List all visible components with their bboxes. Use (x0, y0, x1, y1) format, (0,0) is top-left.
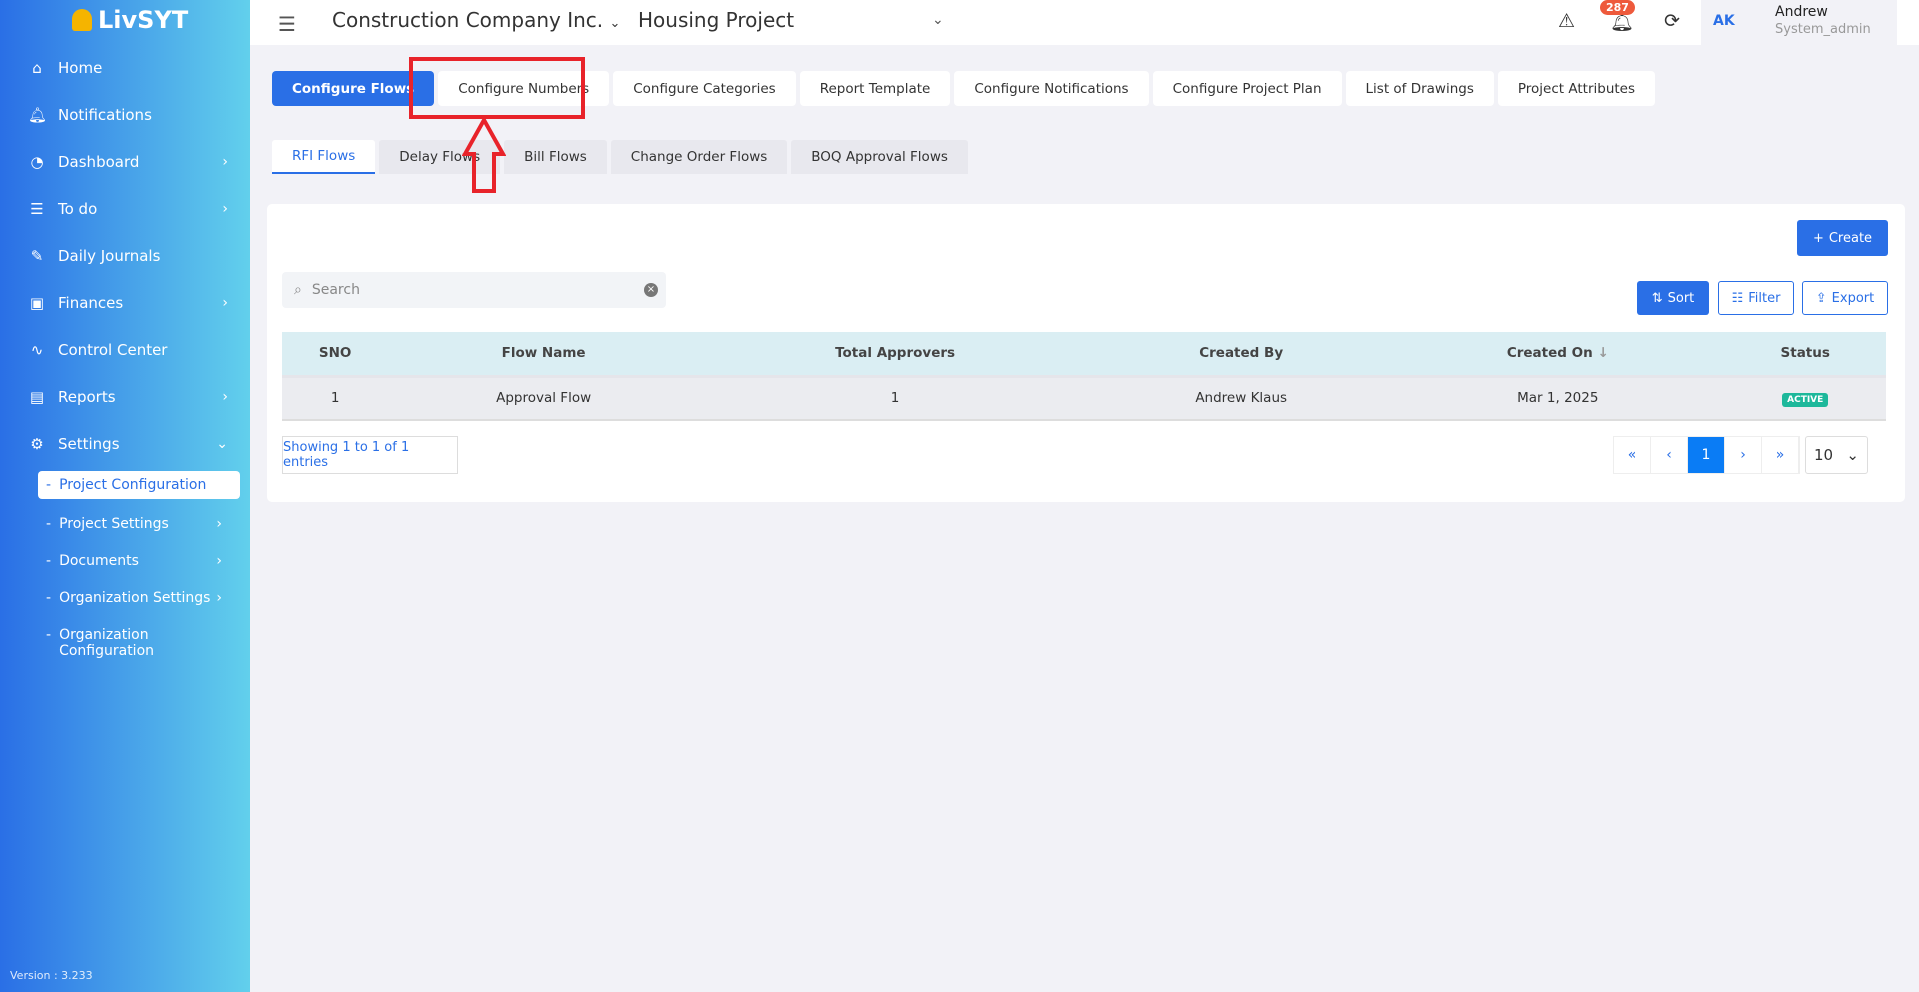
sidebar-subitem-project-settings[interactable]: - Project Settings › (38, 510, 240, 538)
warning-icon[interactable]: ⚠ (1558, 10, 1575, 32)
bell-icon: 🔔︎ (28, 106, 48, 124)
cell-created-on: Mar 1, 2025 (1391, 376, 1725, 421)
chevron-right-icon: › (216, 590, 222, 606)
prev-page-button[interactable]: ‹ (1651, 437, 1688, 473)
tab-list-of-drawings[interactable]: List of Drawings (1345, 71, 1494, 106)
sort-button[interactable]: ⇅ Sort (1637, 281, 1709, 315)
cell-total-approvers: 1 (698, 376, 1092, 421)
status-badge: ACTIVE (1782, 393, 1829, 408)
sort-icon: ⇅ (1651, 290, 1663, 306)
tab-report-template[interactable]: Report Template (799, 71, 951, 106)
sidebar-item-dashboard[interactable]: ◔ Dashboard › (28, 153, 228, 171)
gear-icon: ⚙ (30, 435, 44, 453)
table-row[interactable]: 1 Approval Flow 1 Andrew Klaus Mar 1, 20… (282, 376, 1886, 421)
chevron-right-icon: › (222, 295, 228, 311)
flows-table: SNO Flow Name Total Approvers Created By… (282, 332, 1886, 421)
first-page-button[interactable]: « (1614, 437, 1651, 473)
annotation-highlight-box (409, 57, 585, 119)
refresh-icon[interactable]: ⟳ (1664, 10, 1680, 32)
subtab-change-order-flows[interactable]: Change Order Flows (610, 140, 788, 174)
avatar: AK (1713, 13, 1735, 29)
sidebar-item-settings[interactable]: ⚙ Settings ⌄ (28, 435, 228, 453)
sidebar-item-daily-journals[interactable]: ✎ Daily Journals (28, 247, 228, 265)
report-icon: ▤ (29, 388, 45, 406)
sidebar-item-reports[interactable]: ▤ Reports › (28, 388, 228, 406)
sidebar-item-todo[interactable]: ☰ To do › (28, 200, 228, 218)
column-header-total-approvers[interactable]: Total Approvers (698, 332, 1092, 378)
logo[interactable]: LivSYT (72, 6, 188, 34)
annotation-arrow-icon (462, 118, 506, 193)
next-page-button[interactable]: › (1725, 437, 1762, 473)
page-button-current[interactable]: 1 (1688, 437, 1725, 473)
pagination: « ‹ 1 › » (1613, 436, 1800, 474)
tab-configure-project-plan[interactable]: Configure Project Plan (1152, 71, 1342, 106)
sidebar: LivSYT ⌂ Home 🔔︎ Notifications ◔ Dashboard ›… (0, 0, 250, 992)
menu-toggle-icon[interactable]: ☰ (278, 12, 296, 36)
cell-created-by: Andrew Klaus (1091, 376, 1392, 421)
sidebar-item-home[interactable]: ⌂ Home (28, 59, 228, 77)
search-icon: ⌕ (294, 282, 302, 298)
sort-desc-icon: ↓ (1597, 345, 1609, 362)
sidebar-item-notifications[interactable]: 🔔︎ Notifications (28, 106, 228, 124)
chevron-down-icon: ⌄ (216, 436, 228, 452)
export-button[interactable]: ⇪ Export (1802, 281, 1888, 315)
top-header: ☰ Construction Company Inc. ⌄ Housing Pr… (250, 0, 1919, 45)
clear-search-icon[interactable]: × (644, 283, 658, 297)
chevron-down-icon: ⌄ (1846, 446, 1859, 464)
project-selector[interactable]: Housing Project (638, 8, 794, 32)
column-header-flow-name[interactable]: Flow Name (388, 332, 699, 378)
column-header-created-on[interactable]: Created On ↓ (1391, 332, 1725, 378)
tab-project-attributes[interactable]: Project Attributes (1497, 71, 1656, 106)
column-header-created-by[interactable]: Created By (1091, 332, 1392, 378)
user-role: System_admin (1775, 22, 1871, 37)
chevron-down-icon: ⌄ (609, 16, 621, 31)
chevron-down-icon[interactable]: ⌄ (932, 12, 944, 28)
home-icon: ⌂ (32, 59, 42, 77)
user-menu[interactable]: AK Andrew System_admin (1701, 0, 1897, 45)
entries-info: Showing 1 to 1 of 1 entries (282, 436, 458, 474)
company-selector[interactable]: Construction Company Inc. ⌄ (332, 8, 620, 32)
flow-subtabs: RFI Flows Delay Flows Bill Flows Change … (272, 140, 968, 174)
column-header-status[interactable]: Status (1724, 332, 1886, 378)
pulse-icon: ∿ (30, 341, 44, 359)
column-header-sno[interactable]: SNO (282, 332, 389, 378)
pencil-icon: ✎ (30, 247, 44, 265)
page-size-select[interactable]: 10 ⌄ (1805, 436, 1868, 474)
tab-configure-categories[interactable]: Configure Categories (613, 71, 796, 106)
chevron-right-icon: › (222, 389, 228, 405)
version-label: Version : 3.233 (10, 969, 93, 982)
notification-count-badge: 287 (1600, 0, 1635, 15)
helmet-icon (72, 9, 92, 31)
cell-status: ACTIVE (1724, 376, 1886, 421)
chevron-right-icon: › (216, 516, 222, 532)
sidebar-subitem-organization-configuration[interactable]: - Organization Configuration (38, 621, 188, 665)
subtab-boq-approval-flows[interactable]: BOQ Approval Flows (791, 140, 968, 174)
chevron-right-icon: › (216, 553, 222, 569)
subtab-rfi-flows[interactable]: RFI Flows (272, 140, 376, 174)
last-page-button[interactable]: » (1762, 437, 1799, 473)
money-icon: ▣ (29, 294, 45, 312)
sidebar-subitem-documents[interactable]: - Documents › (38, 547, 240, 575)
create-button[interactable]: + Create (1797, 220, 1888, 256)
tab-configure-notifications[interactable]: Configure Notifications (954, 71, 1149, 106)
sidebar-subitem-project-configuration[interactable]: - Project Configuration (38, 471, 240, 499)
filter-button[interactable]: ☷ Filter (1718, 281, 1794, 315)
sidebar-item-control-center[interactable]: ∿ Control Center (28, 341, 228, 359)
flows-card: + Create ⌕ Search × ⇅ Sort ☷ Filter ⇪ Export S… (267, 204, 1905, 502)
sidebar-item-finances[interactable]: ▣ Finances › (28, 294, 228, 312)
export-icon: ⇪ (1815, 290, 1827, 306)
plus-icon: + (1812, 230, 1824, 246)
user-name: Andrew (1775, 4, 1828, 20)
cell-flow-name: Approval Flow (388, 376, 699, 421)
chevron-right-icon: › (222, 201, 228, 217)
sliders-icon: ☷ (1731, 290, 1744, 306)
list-icon: ☰ (30, 200, 44, 218)
cell-sno: 1 (282, 376, 389, 421)
chevron-right-icon: › (222, 154, 228, 170)
subtab-bill-flows[interactable]: Bill Flows (504, 140, 607, 174)
search-input[interactable]: ⌕ Search × (282, 272, 666, 308)
gauge-icon: ◔ (30, 153, 44, 171)
sidebar-subitem-organization-settings[interactable]: - Organization Settings › (38, 584, 240, 612)
